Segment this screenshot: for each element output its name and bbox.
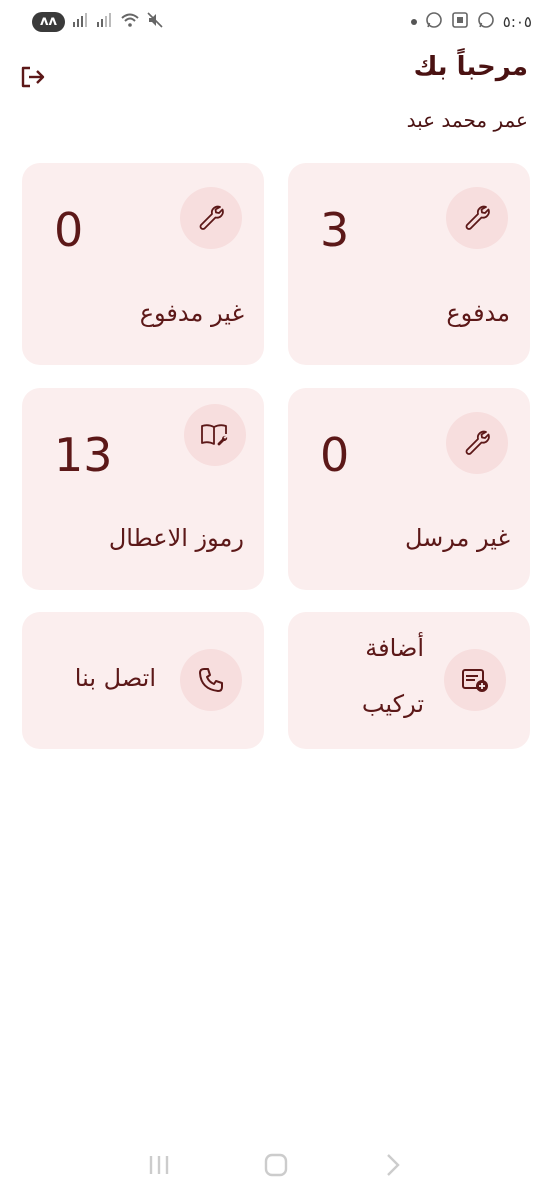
back-icon xyxy=(387,1154,401,1176)
status-bar-right: ٥:٠٥ xyxy=(410,11,532,33)
welcome-title: مرحباً بك xyxy=(413,52,528,82)
card-label: غير مرسل xyxy=(404,524,510,552)
whatsapp-icon xyxy=(425,11,443,33)
contact-us-button[interactable]: اتصل بنا xyxy=(22,612,264,749)
add-installation-button[interactable]: أضافة تركيب xyxy=(288,612,530,749)
mute-icon xyxy=(147,12,163,32)
screenshot-icon xyxy=(451,11,469,33)
wrench-icon xyxy=(446,412,508,474)
back-button[interactable] xyxy=(373,1145,413,1185)
book-wrench-icon xyxy=(184,404,246,466)
signal-icon xyxy=(72,13,89,31)
wrench-icon xyxy=(446,187,508,249)
card-paid[interactable]: 3 مدفوع xyxy=(288,163,530,365)
username-label: عمر محمد عبد xyxy=(406,108,528,132)
card-label: مدفوع xyxy=(446,299,510,327)
status-bar: ᴧᴧ ٥:٠٥ xyxy=(0,0,552,44)
wrench-icon xyxy=(180,187,242,249)
recent-apps-button[interactable] xyxy=(139,1145,179,1185)
card-count: 3 xyxy=(320,203,350,257)
add-installation-line2: تركيب xyxy=(361,690,424,718)
card-label: رموز الاعطال xyxy=(108,524,244,552)
whatsapp-business-icon xyxy=(477,11,495,33)
card-label: غير مدفوع xyxy=(139,299,244,327)
card-count: 0 xyxy=(320,428,350,482)
phone-icon xyxy=(180,649,242,711)
clock: ٥:٠٥ xyxy=(502,13,532,31)
contact-us-label: اتصل بنا xyxy=(74,664,156,692)
notification-badge: ᴧᴧ xyxy=(32,12,65,32)
logout-button[interactable] xyxy=(18,62,48,92)
logout-icon xyxy=(21,66,45,88)
card-unpaid[interactable]: 0 غير مدفوع xyxy=(22,163,264,365)
card-not-sent[interactable]: 0 غير مرسل xyxy=(288,388,530,590)
wifi-icon xyxy=(121,13,139,31)
card-count: 13 xyxy=(54,428,113,482)
home-icon xyxy=(264,1153,288,1177)
system-nav-bar xyxy=(0,1135,552,1195)
home-button[interactable] xyxy=(256,1145,296,1185)
signal-icon-2 xyxy=(96,13,113,31)
dot-icon xyxy=(410,19,417,25)
add-installation-line1: أضافة xyxy=(365,634,424,662)
status-bar-left: ᴧᴧ xyxy=(32,12,163,32)
add-form-icon xyxy=(444,649,506,711)
card-count: 0 xyxy=(54,203,84,257)
card-fault-codes[interactable]: 13 رموز الاعطال xyxy=(22,388,264,590)
recent-apps-icon xyxy=(149,1156,168,1174)
